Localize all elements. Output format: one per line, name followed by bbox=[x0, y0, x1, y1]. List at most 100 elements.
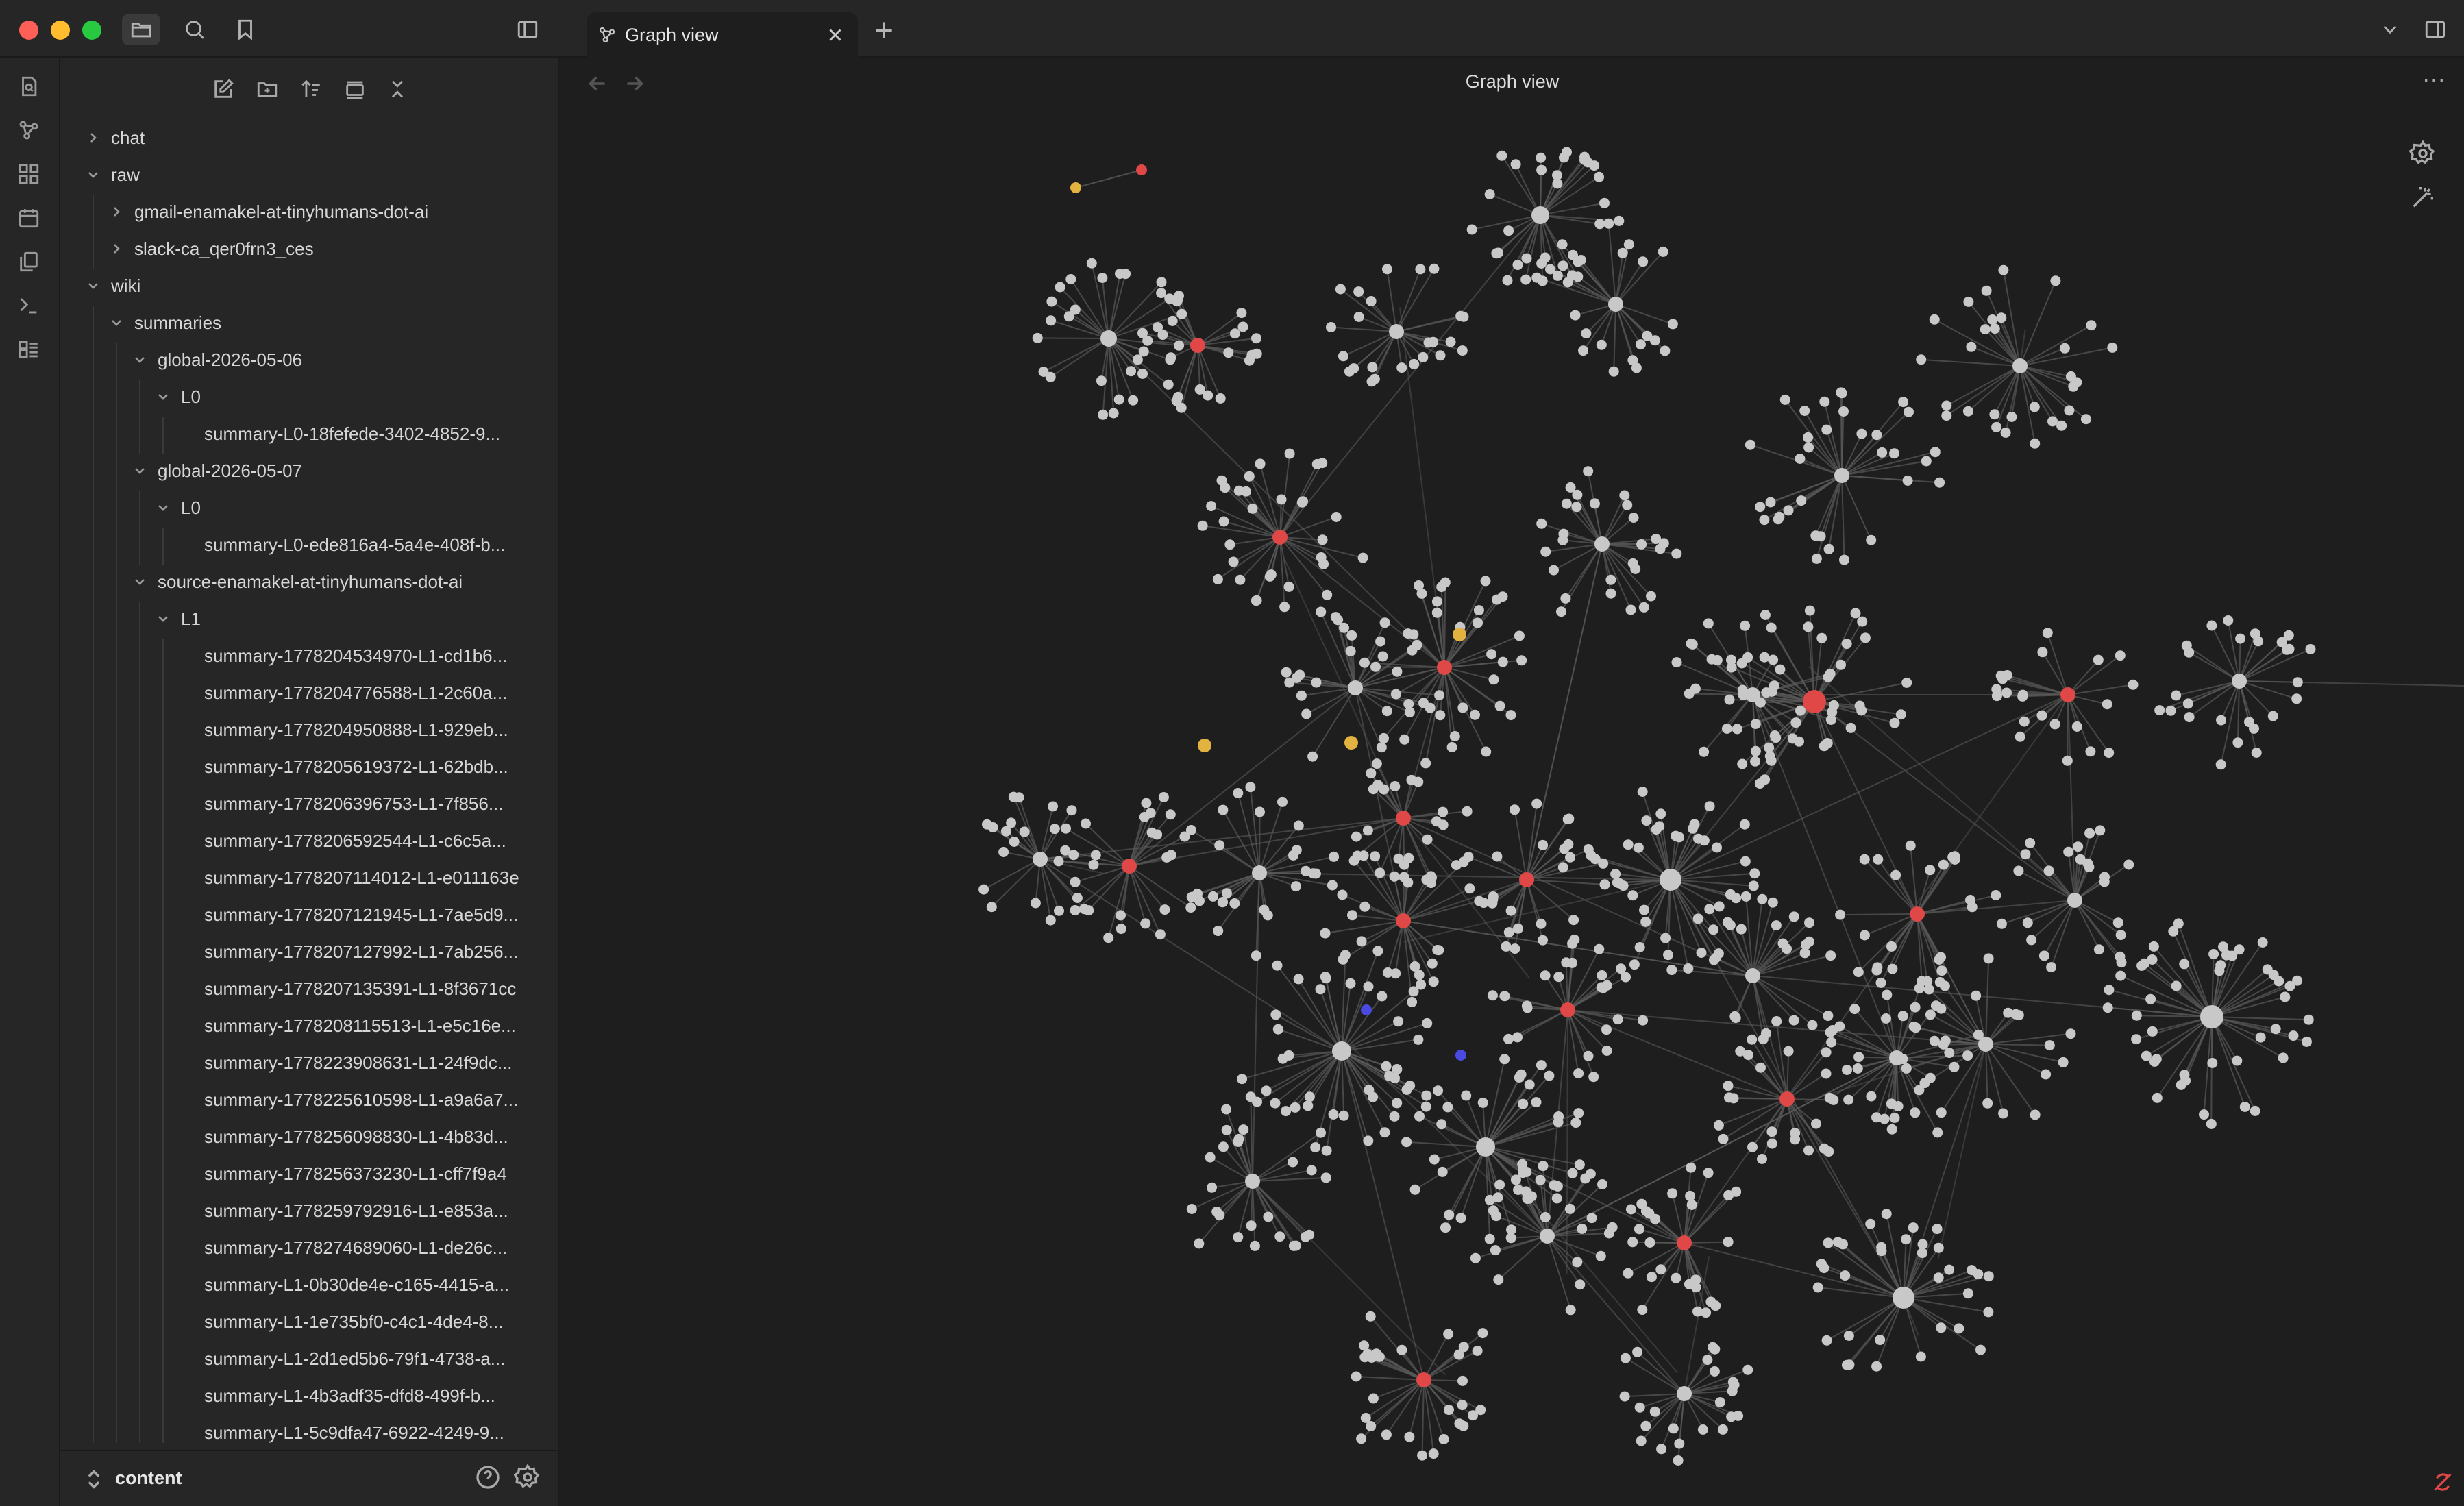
vault-switcher-button[interactable] bbox=[84, 1468, 104, 1491]
graph-node[interactable] bbox=[1120, 269, 1131, 280]
graph-node[interactable] bbox=[1392, 666, 1403, 677]
graph-node[interactable] bbox=[1221, 1124, 1232, 1135]
graph-node[interactable] bbox=[2182, 698, 2193, 709]
graph-node[interactable] bbox=[1816, 632, 1827, 643]
graph-node[interactable] bbox=[1281, 667, 1292, 678]
graph-node[interactable] bbox=[1097, 273, 1108, 283]
graph-node[interactable] bbox=[1510, 804, 1520, 815]
graph-node[interactable] bbox=[1640, 1420, 1651, 1431]
graph-node[interactable] bbox=[1971, 990, 1982, 1001]
graph-node[interactable] bbox=[1494, 700, 1505, 711]
graph-node[interactable] bbox=[1457, 1375, 1468, 1386]
graph-node[interactable] bbox=[1303, 1100, 1314, 1111]
graph-node[interactable] bbox=[1677, 1235, 1692, 1250]
graph-node[interactable] bbox=[2015, 731, 2025, 742]
graph-animate-button[interactable] bbox=[2409, 184, 2442, 217]
graph-node[interactable] bbox=[2037, 647, 2048, 658]
graph-node[interactable] bbox=[2131, 1034, 2142, 1045]
graph-node[interactable] bbox=[2022, 917, 2033, 928]
graph-node[interactable] bbox=[1531, 798, 1542, 809]
graph-node[interactable] bbox=[1320, 973, 1331, 984]
graph-node[interactable] bbox=[1596, 339, 1607, 350]
graph-node[interactable] bbox=[1893, 1101, 1904, 1111]
graph-node[interactable] bbox=[1214, 840, 1225, 851]
graph-node[interactable] bbox=[1304, 1091, 1315, 1102]
graph-node[interactable] bbox=[1420, 1101, 1431, 1112]
graph-node[interactable] bbox=[1612, 877, 1623, 888]
graph-node[interactable] bbox=[1581, 328, 1592, 339]
graph-node[interactable] bbox=[1503, 1033, 1514, 1044]
graph-node[interactable] bbox=[1290, 1102, 1301, 1113]
graph-node[interactable] bbox=[1725, 919, 1736, 930]
graph-node[interactable] bbox=[1393, 853, 1404, 864]
graph-node[interactable] bbox=[1674, 832, 1685, 843]
chevron-down-icon[interactable] bbox=[153, 609, 173, 628]
graph-node[interactable] bbox=[2050, 275, 2061, 286]
graph-node[interactable] bbox=[1163, 379, 1174, 390]
graph-node[interactable] bbox=[2041, 1069, 2052, 1080]
graph-node[interactable] bbox=[978, 884, 989, 895]
graph-node[interactable] bbox=[2262, 964, 2273, 975]
graph-node[interactable] bbox=[1377, 991, 1388, 1002]
graph-node[interactable] bbox=[1401, 1137, 1412, 1148]
graph-node[interactable] bbox=[1639, 904, 1649, 915]
graph-node[interactable] bbox=[1932, 1224, 1943, 1235]
graph-node[interactable] bbox=[2062, 755, 2073, 766]
graph-node[interactable] bbox=[1594, 171, 1605, 182]
graph-node[interactable] bbox=[1379, 617, 1390, 628]
graph-node[interactable] bbox=[2232, 1055, 2243, 1066]
graph-node[interactable] bbox=[1422, 834, 1433, 845]
graph-node[interactable] bbox=[1375, 636, 1386, 647]
graph-node[interactable] bbox=[1481, 746, 1492, 757]
graph-node[interactable] bbox=[1263, 1211, 1274, 1222]
graph-node[interactable] bbox=[1185, 902, 1196, 913]
graph-node[interactable] bbox=[1619, 490, 1630, 501]
graph-node[interactable] bbox=[1631, 362, 1642, 373]
graph-node[interactable] bbox=[2288, 1030, 2299, 1041]
graph-node[interactable] bbox=[1141, 798, 1152, 808]
graph-node[interactable] bbox=[1729, 1379, 1740, 1390]
graph-node[interactable] bbox=[1936, 1322, 1947, 1333]
graph-node[interactable] bbox=[1376, 742, 1387, 753]
graph-node[interactable] bbox=[1636, 1435, 1647, 1446]
graph-node[interactable] bbox=[1520, 274, 1531, 285]
graph-node[interactable] bbox=[1435, 350, 1446, 361]
graph-node[interactable] bbox=[2099, 872, 2110, 882]
graph-node[interactable] bbox=[1565, 1305, 1576, 1316]
graph-node[interactable] bbox=[1427, 958, 1438, 969]
tree-folder[interactable]: global-2026-05-07 bbox=[130, 454, 302, 488]
graph-node[interactable] bbox=[1192, 888, 1203, 899]
graph-node[interactable] bbox=[1335, 284, 1346, 295]
graph-node[interactable] bbox=[1236, 308, 1247, 319]
graph-node[interactable] bbox=[1501, 941, 1512, 952]
graph-node[interactable] bbox=[2184, 712, 2195, 723]
graph-node[interactable] bbox=[1667, 319, 1678, 330]
graph-node[interactable] bbox=[1370, 661, 1381, 672]
graph-node[interactable] bbox=[1055, 282, 1065, 293]
graph-node[interactable] bbox=[1152, 829, 1163, 840]
graph-node[interactable] bbox=[1673, 1455, 1684, 1466]
graph-node[interactable] bbox=[1283, 581, 1294, 592]
graph-node[interactable] bbox=[1910, 1002, 1921, 1013]
graph-node[interactable] bbox=[2073, 841, 2084, 852]
graph-node[interactable] bbox=[1480, 576, 1491, 587]
graph-node[interactable] bbox=[1212, 573, 1223, 584]
graph-node[interactable] bbox=[1159, 904, 1170, 915]
graph-node[interactable] bbox=[1569, 934, 1580, 945]
graph-node[interactable] bbox=[2147, 954, 2158, 965]
graph-node[interactable] bbox=[1572, 1257, 1583, 1268]
graph-node[interactable] bbox=[2149, 1056, 2160, 1067]
graph-node[interactable] bbox=[2095, 825, 2106, 836]
graph-node[interactable] bbox=[1825, 668, 1836, 679]
graph-node[interactable] bbox=[1446, 742, 1457, 752]
graph-node[interactable] bbox=[1449, 731, 1460, 741]
graph-node[interactable] bbox=[1473, 617, 1483, 628]
graph-node[interactable] bbox=[1389, 1111, 1400, 1122]
graph-node[interactable] bbox=[1562, 814, 1573, 825]
graph-node[interactable] bbox=[2301, 1036, 2312, 1047]
graph-node[interactable] bbox=[1651, 534, 1662, 544]
graph-node[interactable] bbox=[1853, 1052, 1864, 1063]
graph-node[interactable] bbox=[2042, 628, 2053, 639]
tree-folder[interactable]: raw bbox=[84, 158, 140, 192]
graph-node[interactable] bbox=[1414, 1111, 1425, 1122]
